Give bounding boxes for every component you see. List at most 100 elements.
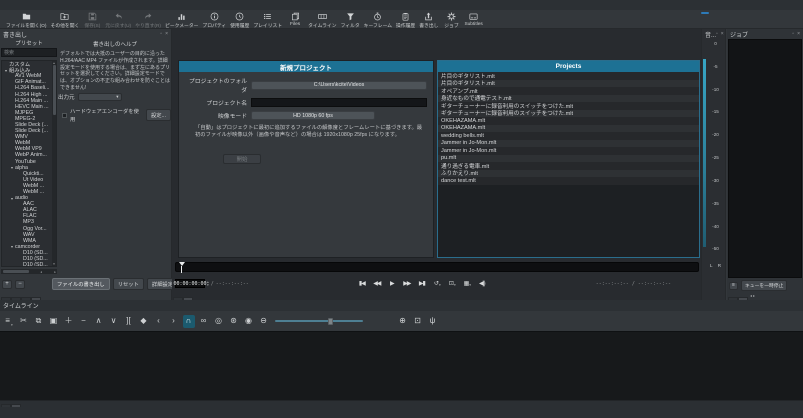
close-panel-icon[interactable]: × [797, 32, 800, 37]
project-item[interactable]: pu.mlt [438, 155, 699, 163]
project-item[interactable]: dance test.mlt [438, 177, 699, 185]
zoom-timeline-out-button[interactable]: ⊖ [258, 315, 270, 328]
play-button[interactable]: ▶ [387, 279, 398, 289]
open-other-button[interactable]: その他を開く [49, 11, 82, 29]
start-button[interactable]: 開始 [223, 154, 261, 164]
layout-logging[interactable] [691, 12, 699, 14]
next-marker-button[interactable]: › [168, 315, 180, 328]
ripple-toggle[interactable]: ◎ [213, 315, 225, 328]
marker-button[interactable]: ◆ [138, 315, 150, 328]
timeline-button[interactable]: タイムライン [306, 11, 338, 29]
preset-item[interactable]: D10 (SD... [2, 262, 56, 267]
scrub-while-dragging-toggle[interactable]: ∞ [198, 315, 210, 328]
project-name-input[interactable] [251, 98, 427, 107]
cut-button[interactable]: ✂ [18, 315, 30, 328]
export-from-select[interactable]: ▾ [78, 93, 122, 101]
ripple-all-tracks-toggle[interactable]: ⊛ [228, 315, 240, 328]
layout-player[interactable] [711, 15, 719, 17]
project-item[interactable]: OKEHAZAMA.mlt [438, 125, 699, 133]
tab-scroll-right-icon[interactable]: ▸ [753, 293, 755, 298]
presets-vertical-scrollbar[interactable]: ▴ ▾ [52, 61, 56, 266]
layout-color[interactable] [691, 15, 699, 17]
project-item[interactable]: ふりかえり.mlt [438, 170, 699, 178]
project-item[interactable]: オペアンプ.mlt [438, 87, 699, 95]
split-button[interactable]: ][ [123, 315, 135, 328]
loop-button[interactable]: ↺ ▾ [432, 279, 443, 289]
append-button[interactable]: ＋ [63, 315, 75, 328]
project-item[interactable]: 身近なもので通電テスト.mlt [438, 95, 699, 103]
layout-editing[interactable] [701, 12, 709, 14]
recent-button[interactable]: 使用履歴 [228, 11, 251, 29]
redo-button[interactable]: やり直す(R) [133, 11, 163, 29]
presets-horizontal-scrollbar[interactable]: ◂ ▸ [1, 269, 57, 274]
project-item[interactable]: ギターチューナーに録音利用のスイッチをつけた.mlt [438, 110, 699, 118]
filters-button[interactable]: フィルタ [339, 11, 362, 29]
peak-meter-button[interactable]: ピークメーター [163, 11, 200, 29]
project-item[interactable]: 通り過ぎる電車.mlt [438, 162, 699, 170]
lift-button[interactable]: ∧ [93, 315, 105, 328]
seek-bar[interactable] [175, 262, 699, 272]
timeline-zoom-slider[interactable] [275, 315, 363, 328]
close-panel-icon[interactable]: × [721, 32, 724, 37]
skip-next-button[interactable]: ▶▮ [417, 279, 428, 289]
project-item[interactable]: OKEHAZAMA.mlt [438, 117, 699, 125]
snap-toggle[interactable]: ∩ [183, 315, 195, 328]
playlist-button[interactable]: プレイリスト [251, 11, 284, 29]
record-audio-button[interactable]: ψ [427, 315, 439, 328]
current-position-field[interactable]: 00:00:00:00 [175, 279, 205, 288]
scroll-right-icon[interactable]: ▸ [53, 270, 57, 274]
volume-button[interactable]: ◀)) [477, 279, 488, 289]
export-file-button[interactable]: ファイルの書き出し [52, 278, 110, 290]
properties-button[interactable]: プロパティ [200, 11, 228, 29]
rewind-button[interactable]: ◀◀ [372, 279, 383, 289]
previous-marker-button[interactable]: ‹ [153, 315, 165, 328]
overwrite-button[interactable]: ∨ [108, 315, 120, 328]
subtitles-button[interactable]: Subtitles [462, 11, 484, 27]
preset-search-input[interactable]: 検索 [1, 48, 57, 57]
project-folder-field[interactable]: C:\Users\kcite\Videos [251, 81, 427, 90]
project-item[interactable]: Jammer in Jo-Mon.mlt [438, 140, 699, 148]
tab-scroll-left-icon[interactable]: ◂ [750, 293, 752, 298]
keyframes-button[interactable]: キーフレーム [362, 11, 394, 29]
project-item[interactable]: ギターチューナーに録音利用のスイッチをつけた.mlt [438, 102, 699, 110]
scroll-down-icon[interactable]: ▾ [52, 262, 56, 266]
ripple-delete-button[interactable]: − [78, 315, 90, 328]
playhead[interactable] [178, 262, 185, 273]
project-item[interactable]: Jammer in Jo-Mon.mlt [438, 147, 699, 155]
paste-button[interactable]: ▣ [48, 315, 60, 328]
tab-timeline[interactable] [11, 404, 21, 407]
video-mode-select[interactable]: HD 1080p 60 fps [251, 111, 375, 120]
jobs-button[interactable]: ジョブ [440, 11, 462, 29]
timeline-menu-button[interactable]: ≡ ▾ [3, 315, 15, 328]
hardware-encoder-checkbox[interactable] [62, 113, 67, 118]
project-item[interactable]: wedding bells.mlt [438, 132, 699, 140]
jobs-menu-button[interactable]: ≡ [729, 282, 738, 290]
zoom-fit-button[interactable]: ⊡ ▾ [447, 279, 458, 289]
ripple-markers-toggle[interactable]: ◉ [243, 315, 255, 328]
save-button[interactable]: 保存(S) [81, 11, 103, 29]
layout-audio[interactable] [701, 15, 709, 17]
scroll-left-icon[interactable]: ◂ [39, 270, 43, 274]
grid-button[interactable]: ▦ ▾ [462, 279, 473, 289]
position-spinner[interactable]: ▴ ▾ [207, 281, 209, 287]
layout-fx[interactable] [711, 12, 719, 14]
reset-button[interactable]: リセット [113, 278, 144, 290]
project-item[interactable]: 片目のギタリスト.mlt [438, 72, 699, 80]
export-button[interactable]: 書き出し [417, 11, 440, 29]
add-preset-button[interactable]: + [2, 280, 12, 289]
history-button[interactable]: 操作履歴 [394, 11, 417, 29]
zoom-timeline-in-button[interactable]: ⊕ [397, 315, 409, 328]
close-panel-icon[interactable]: × [165, 32, 168, 37]
float-panel-icon[interactable]: ▫ [160, 32, 162, 37]
configure-button[interactable]: 設定... [146, 109, 171, 121]
fast-forward-button[interactable]: ▶▶ [402, 279, 413, 289]
files-button[interactable]: Files [284, 11, 306, 27]
timeline-tracks-area[interactable] [0, 331, 803, 400]
project-item[interactable]: 片目のギタリスト.mlt [438, 80, 699, 88]
skip-previous-button[interactable]: ▮◀ [357, 279, 368, 289]
copy-button[interactable]: ⧉ [33, 315, 45, 328]
undo-button[interactable]: 元に戻す(U) [103, 11, 133, 29]
open-file-button[interactable]: ファイルを開く(O) [4, 11, 49, 29]
spin-down-icon[interactable]: ▾ [207, 284, 209, 287]
float-panel-icon[interactable]: ▫ [792, 32, 794, 37]
